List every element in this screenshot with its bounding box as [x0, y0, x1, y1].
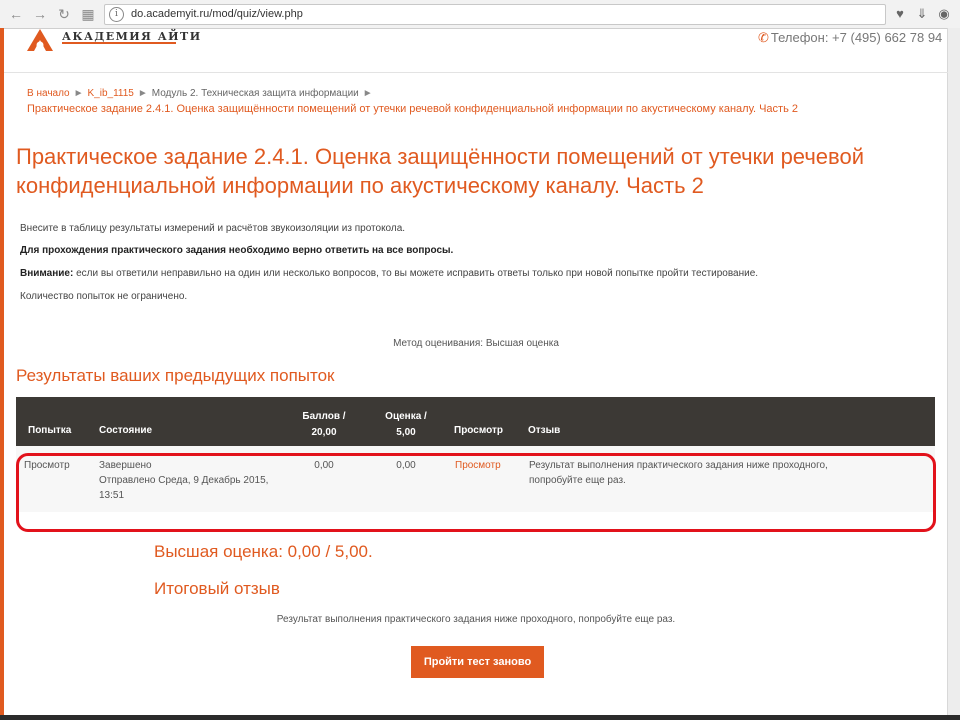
url-text[interactable]: do.academyit.ru/mod/quiz/view.php: [131, 8, 303, 20]
cell-feedback-line1: Результат выполнения практического задан…: [529, 460, 828, 471]
intro-warning: Внимание: если вы ответили неправильно н…: [20, 268, 758, 279]
breadcrumb-module[interactable]: Модуль 2. Техническая защита информации: [152, 88, 359, 99]
retry-quiz-button[interactable]: Пройти тест заново: [411, 646, 544, 678]
phone-icon: ✆: [758, 30, 769, 45]
breadcrumb-separator-icon: ►: [137, 88, 148, 99]
intro-requirement-text: Для прохождения практического задания не…: [20, 245, 454, 256]
intro-instruction: Внесите в таблицу результаты измерений и…: [20, 223, 406, 234]
site-info-icon[interactable]: i: [109, 7, 124, 22]
warning-label: Внимание:: [20, 268, 74, 279]
download-icon[interactable]: ⇓: [912, 4, 932, 24]
cell-state: Завершено Отправлено Среда, 9 Декабрь 20…: [99, 458, 268, 503]
results-heading: Результаты ваших предыдущих попыток: [16, 366, 335, 385]
cell-feedback: Результат выполнения практического задан…: [529, 458, 828, 488]
header-score: Баллов / 20,00: [296, 409, 352, 441]
cell-grade: 0,00: [396, 460, 416, 471]
breadcrumb: В начало ► K_ib_1115 ► Модуль 2. Техническая…: [27, 88, 377, 99]
results-table-header: Попытка Состояние Баллов / 20,00 Оценка …: [16, 397, 935, 446]
final-feedback-heading: Итоговый отзыв: [154, 579, 280, 598]
table-row: Просмотр Завершено Отправлено Среда, 9 Д…: [16, 446, 935, 512]
cell-attempt: Просмотр: [24, 460, 70, 471]
address-bar[interactable]: i do.academyit.ru/mod/quiz/view.php: [104, 4, 886, 25]
header-score-label: Баллов /: [302, 411, 346, 422]
browser-toolbar: ← → ↻ ▦ i do.academyit.ru/mod/quiz/view.…: [0, 0, 960, 29]
phone-text: Телефон: +7 (495) 662 78 94: [770, 30, 943, 45]
final-feedback-text: Результат выполнения практического задан…: [276, 614, 676, 625]
breadcrumb-course[interactable]: K_ib_1115: [88, 88, 134, 99]
reload-icon[interactable]: ↻: [54, 4, 74, 24]
back-arrow-icon[interactable]: ←: [6, 4, 26, 24]
cell-score: 0,00: [314, 460, 334, 471]
brand-underline: [62, 42, 176, 44]
breadcrumb-separator-icon: ►: [362, 88, 373, 99]
intro-attempts: Количество попыток не ограничено.: [20, 291, 188, 302]
heart-icon[interactable]: ♥: [890, 4, 910, 24]
forward-arrow-icon[interactable]: →: [30, 4, 50, 24]
page-footer: [0, 715, 960, 720]
header-state: Состояние: [99, 425, 153, 436]
cell-state-time: 13:51: [99, 490, 125, 501]
header-phone: ✆ Телефон: +7 (495) 662 78 94: [758, 30, 942, 46]
cell-feedback-line2: попробуйте еще раз.: [529, 475, 626, 486]
intro-requirement: Для прохождения практического задания не…: [20, 245, 453, 256]
header-grade-label: Оценка /: [385, 411, 427, 422]
page-title: Практическое задание 2.4.1. Оценка защищ…: [16, 144, 864, 198]
best-grade: Высшая оценка: 0,00 / 5,00.: [154, 542, 373, 561]
header-review: Просмотр: [454, 425, 503, 436]
academy-logo-icon[interactable]: [26, 28, 54, 52]
header-divider: [4, 72, 948, 73]
grading-method: Метод оценивания: Высшая оценка: [393, 338, 559, 349]
header-attempt: Попытка: [28, 425, 72, 436]
review-link[interactable]: Просмотр: [455, 458, 501, 473]
header-grade-max: 5,00: [396, 427, 416, 438]
breadcrumb-separator-icon: ►: [73, 88, 84, 99]
header-feedback: Отзыв: [528, 425, 561, 436]
header-score-max: 20,00: [311, 427, 337, 438]
cell-state-status: Завершено: [99, 460, 152, 471]
breadcrumb-current[interactable]: Практическое задание 2.4.1. Оценка защищ…: [27, 103, 798, 115]
menu-icon[interactable]: ◉: [934, 4, 954, 24]
header-grade: Оценка / 5,00: [378, 409, 434, 441]
breadcrumb-home[interactable]: В начало: [27, 88, 70, 99]
warning-text: если вы ответили неправильно на один или…: [73, 268, 759, 279]
apps-grid-icon[interactable]: ▦: [78, 4, 98, 24]
cell-state-submitted: Отправлено Среда, 9 Декабрь 2015,: [99, 475, 269, 486]
